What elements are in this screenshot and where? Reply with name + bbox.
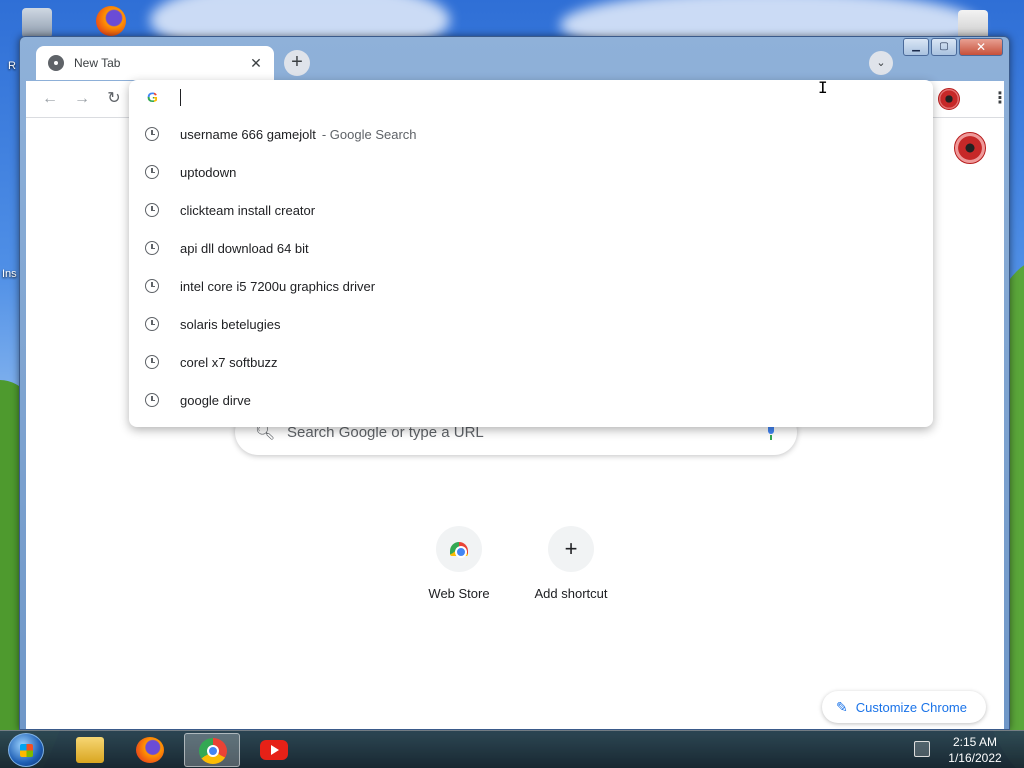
taskbar-chrome-button[interactable]: [184, 733, 240, 767]
chrome-icon: [48, 55, 64, 71]
back-icon[interactable]: ←: [40, 89, 60, 109]
firefox-desktop-icon[interactable]: [96, 6, 126, 36]
add-icon: +: [548, 526, 594, 572]
history-clock-icon: [145, 393, 159, 407]
tab-title: New Tab: [74, 56, 121, 70]
suggestion-item[interactable]: api dll download 64 bit: [129, 229, 933, 267]
maximize-button[interactable]: ▢: [931, 38, 957, 56]
suggestion-text: google dirve: [180, 392, 251, 408]
tab-strip: New Tab ✕ + ⌄ ▁ ▢ ✕: [20, 37, 1009, 81]
taskbar-youtube-button[interactable]: [246, 733, 302, 767]
google-g-icon: G: [147, 89, 161, 105]
history-clock-icon: [145, 355, 159, 369]
text-caret: [180, 88, 181, 106]
clock-date: 1/16/2022: [948, 751, 1002, 765]
firefox-icon: [136, 737, 164, 763]
customize-chrome-button[interactable]: ✎ Customize Chrome: [822, 691, 986, 723]
reload-icon[interactable]: ↻: [104, 89, 124, 109]
suggestion-item[interactable]: intel core i5 7200u graphics driver: [129, 267, 933, 305]
taskbar: 2:15 AM 1/16/2022: [0, 730, 1024, 768]
customize-chrome-label: Customize Chrome: [855, 699, 967, 715]
desktop-label: Ins: [2, 268, 17, 280]
minimize-button[interactable]: ▁: [903, 38, 929, 56]
youtube-icon: [260, 740, 288, 760]
suggestion-item[interactable]: clickteam install creator: [129, 191, 933, 229]
suggestion-item[interactable]: uptodown: [129, 153, 933, 191]
omnibox-input[interactable]: G: [129, 80, 933, 114]
suggestion-text: corel x7 softbuzz: [180, 354, 278, 370]
suggestion-list: username 666 gamejolt - Google Search up…: [129, 115, 933, 419]
suggestion-text: username 666 gamejolt: [180, 126, 316, 142]
clock-time: 2:15 AM: [952, 735, 998, 749]
system-clock[interactable]: 2:15 AM 1/16/2022: [940, 734, 1010, 766]
suggestion-description: - Google Search: [321, 126, 417, 142]
window-controls: ▁ ▢ ✕: [903, 38, 1003, 56]
suggestion-text: intel core i5 7200u graphics driver: [180, 278, 376, 294]
shortcut-add[interactable]: + Add shortcut: [521, 526, 621, 601]
suggestion-text: clickteam install creator: [180, 202, 316, 218]
history-clock-icon: [145, 241, 159, 255]
suggestion-item[interactable]: solaris betelugies: [129, 305, 933, 343]
suggestion-item[interactable]: corel x7 softbuzz: [129, 343, 933, 381]
new-tab-button[interactable]: +: [284, 50, 310, 76]
profile-avatar-icon[interactable]: [938, 88, 960, 110]
suggestion-text: api dll download 64 bit: [180, 240, 309, 256]
close-window-button[interactable]: ✕: [959, 38, 1003, 56]
history-clock-icon: [145, 165, 159, 179]
start-button[interactable]: [8, 733, 44, 767]
folder-icon: [76, 737, 104, 763]
suggestion-item[interactable]: google dirve: [129, 381, 933, 419]
history-clock-icon: [145, 279, 159, 293]
taskbar-explorer-button[interactable]: [62, 733, 118, 767]
suggestion-item[interactable]: username 666 gamejolt - Google Search: [129, 115, 933, 153]
network-tray-icon[interactable]: [914, 741, 930, 757]
taskbar-firefox-button[interactable]: [122, 733, 178, 767]
tab-new-tab[interactable]: New Tab ✕: [36, 46, 274, 80]
shortcut-icon-container: [436, 526, 482, 572]
shortcut-label: Add shortcut: [534, 586, 608, 601]
recycle-bin-icon[interactable]: [22, 8, 52, 38]
history-clock-icon: [145, 127, 159, 141]
shortcut-label: Web Store: [428, 586, 490, 601]
forward-icon[interactable]: →: [72, 89, 92, 109]
suggestion-text: solaris betelugies: [180, 316, 281, 332]
chrome-icon: [199, 738, 227, 764]
ntp-profile-avatar[interactable]: [954, 132, 986, 164]
menu-icon[interactable]: ⋮: [990, 89, 1010, 109]
history-clock-icon: [145, 203, 159, 217]
desktop-label: R: [8, 60, 16, 72]
web-store-icon: [450, 542, 468, 558]
tab-close-icon[interactable]: ✕: [248, 55, 264, 72]
shortcut-web-store[interactable]: Web Store: [409, 526, 509, 601]
history-clock-icon: [145, 317, 159, 331]
suggestion-text: uptodown: [180, 164, 237, 180]
ibeam-cursor-icon: I: [818, 78, 828, 97]
omnibox-dropdown: G username 666 gamejolt - Google Search …: [129, 80, 933, 427]
pencil-icon: ✎: [836, 698, 848, 715]
tab-search-button[interactable]: ⌄: [869, 51, 893, 75]
